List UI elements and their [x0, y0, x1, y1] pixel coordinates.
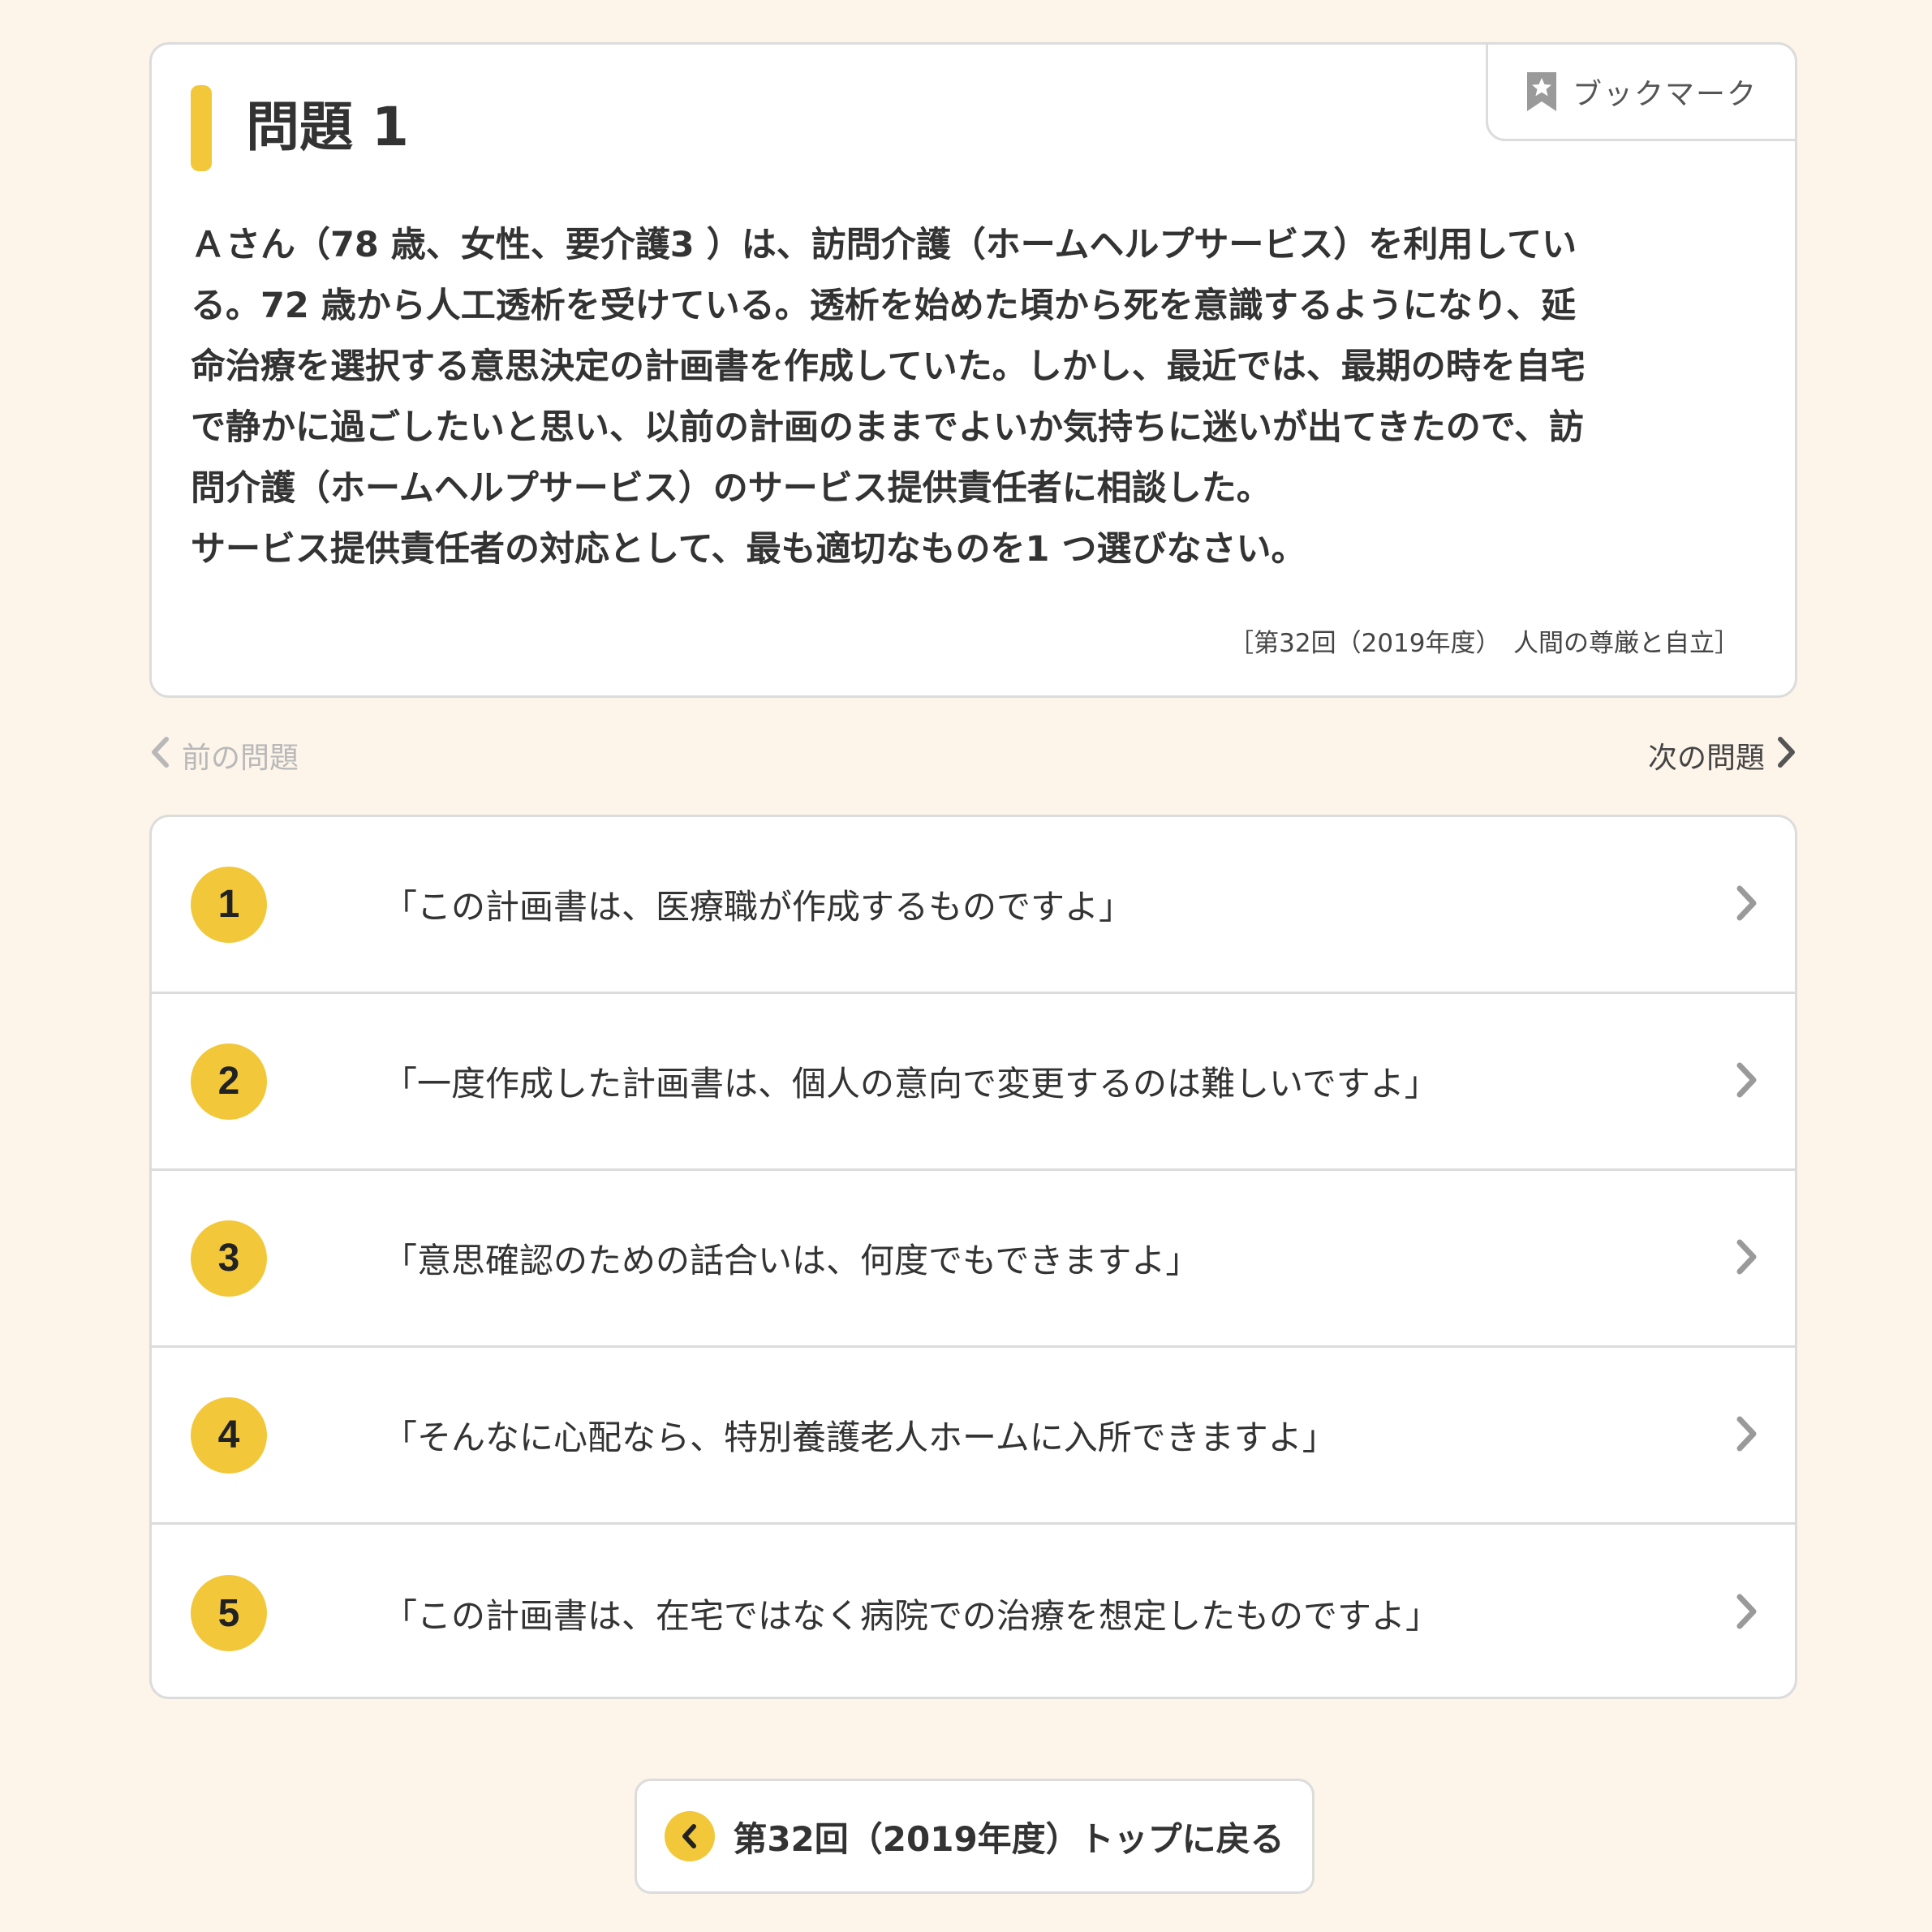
prev-question-link[interactable]: 前の問題	[149, 734, 299, 777]
choice-item[interactable]: 1 「この計画書は、医療職が作成するものですよ」	[152, 817, 1795, 994]
choice-item[interactable]: 3 「意思確認のための話合いは、何度でもできますよ」	[152, 1171, 1795, 1348]
choice-number-badge: 5	[191, 1575, 267, 1651]
bookmark-button[interactable]: ブックマーク	[1486, 42, 1797, 141]
chevron-right-icon	[1735, 1238, 1759, 1279]
next-question-label: 次の問題	[1647, 742, 1765, 775]
choice-text: 「この計画書は、医療職が作成するものですよ」	[383, 887, 1134, 927]
bookmark-star-icon	[1525, 71, 1558, 113]
back-to-top-button[interactable]: 第32回（2019年度）トップに戻る	[635, 1779, 1315, 1894]
choice-text: 「この計画書は、在宅ではなく病院での治療を想定したものですよ」	[383, 1595, 1440, 1636]
prev-question-label: 前の問題	[182, 742, 299, 775]
choice-item[interactable]: 2 「一度作成した計画書は、個人の意向で変更するのは難しいですよ」	[152, 994, 1795, 1171]
title-accent-bar	[191, 85, 212, 171]
choices-list: 1 「この計画書は、医療職が作成するものですよ」 2 「一度作成した計画書は、個…	[149, 815, 1797, 1699]
choice-text: 「意思確認のための話合いは、何度でもできますよ」	[383, 1241, 1200, 1280]
choice-number-badge: 4	[191, 1396, 267, 1474]
chevron-right-icon	[1735, 1415, 1759, 1456]
chevron-right-icon	[1735, 1061, 1759, 1102]
choice-item[interactable]: 5 「この計画書は、在宅ではなく病院での治療を想定したものですよ」	[152, 1525, 1795, 1697]
choice-text: 「一度作成した計画書は、個人の意向で変更するのは難しいですよ」	[383, 1064, 1439, 1104]
choice-number-badge: 2	[191, 1043, 267, 1120]
choice-number-badge: 1	[191, 866, 267, 943]
chevron-right-icon	[1735, 884, 1759, 925]
chevron-left-circle-icon	[665, 1811, 716, 1861]
choice-item[interactable]: 4 「そんなに心配なら、特別養護老人ホームに入所できますよ」	[152, 1348, 1795, 1525]
page-title: 問題 1	[246, 96, 409, 158]
chevron-left-icon	[149, 736, 170, 776]
chevron-right-icon	[1776, 736, 1797, 776]
next-question-link[interactable]: 次の問題	[1648, 734, 1797, 777]
chevron-right-icon	[1735, 1593, 1759, 1633]
choice-number-badge: 3	[191, 1220, 267, 1297]
choice-text: 「そんなに心配なら、特別養護老人ホームに入所できますよ」	[383, 1418, 1336, 1457]
back-to-top-label: 第32回（2019年度）トップに戻る	[733, 1818, 1284, 1859]
question-body: Ａさん（78 歳、女性、要介護3 ）は、訪問介護（ホームヘルプサービス）を利用し…	[191, 225, 1586, 570]
question-source: ［第32回（2019年度） 人間の尊厳と自立］	[1228, 629, 1740, 658]
bookmark-label: ブックマーク	[1572, 78, 1758, 111]
question-card: ブックマーク 問題 1 Ａさん（78 歳、女性、要介護3 ）は、訪問介護（ホーム…	[149, 42, 1797, 698]
